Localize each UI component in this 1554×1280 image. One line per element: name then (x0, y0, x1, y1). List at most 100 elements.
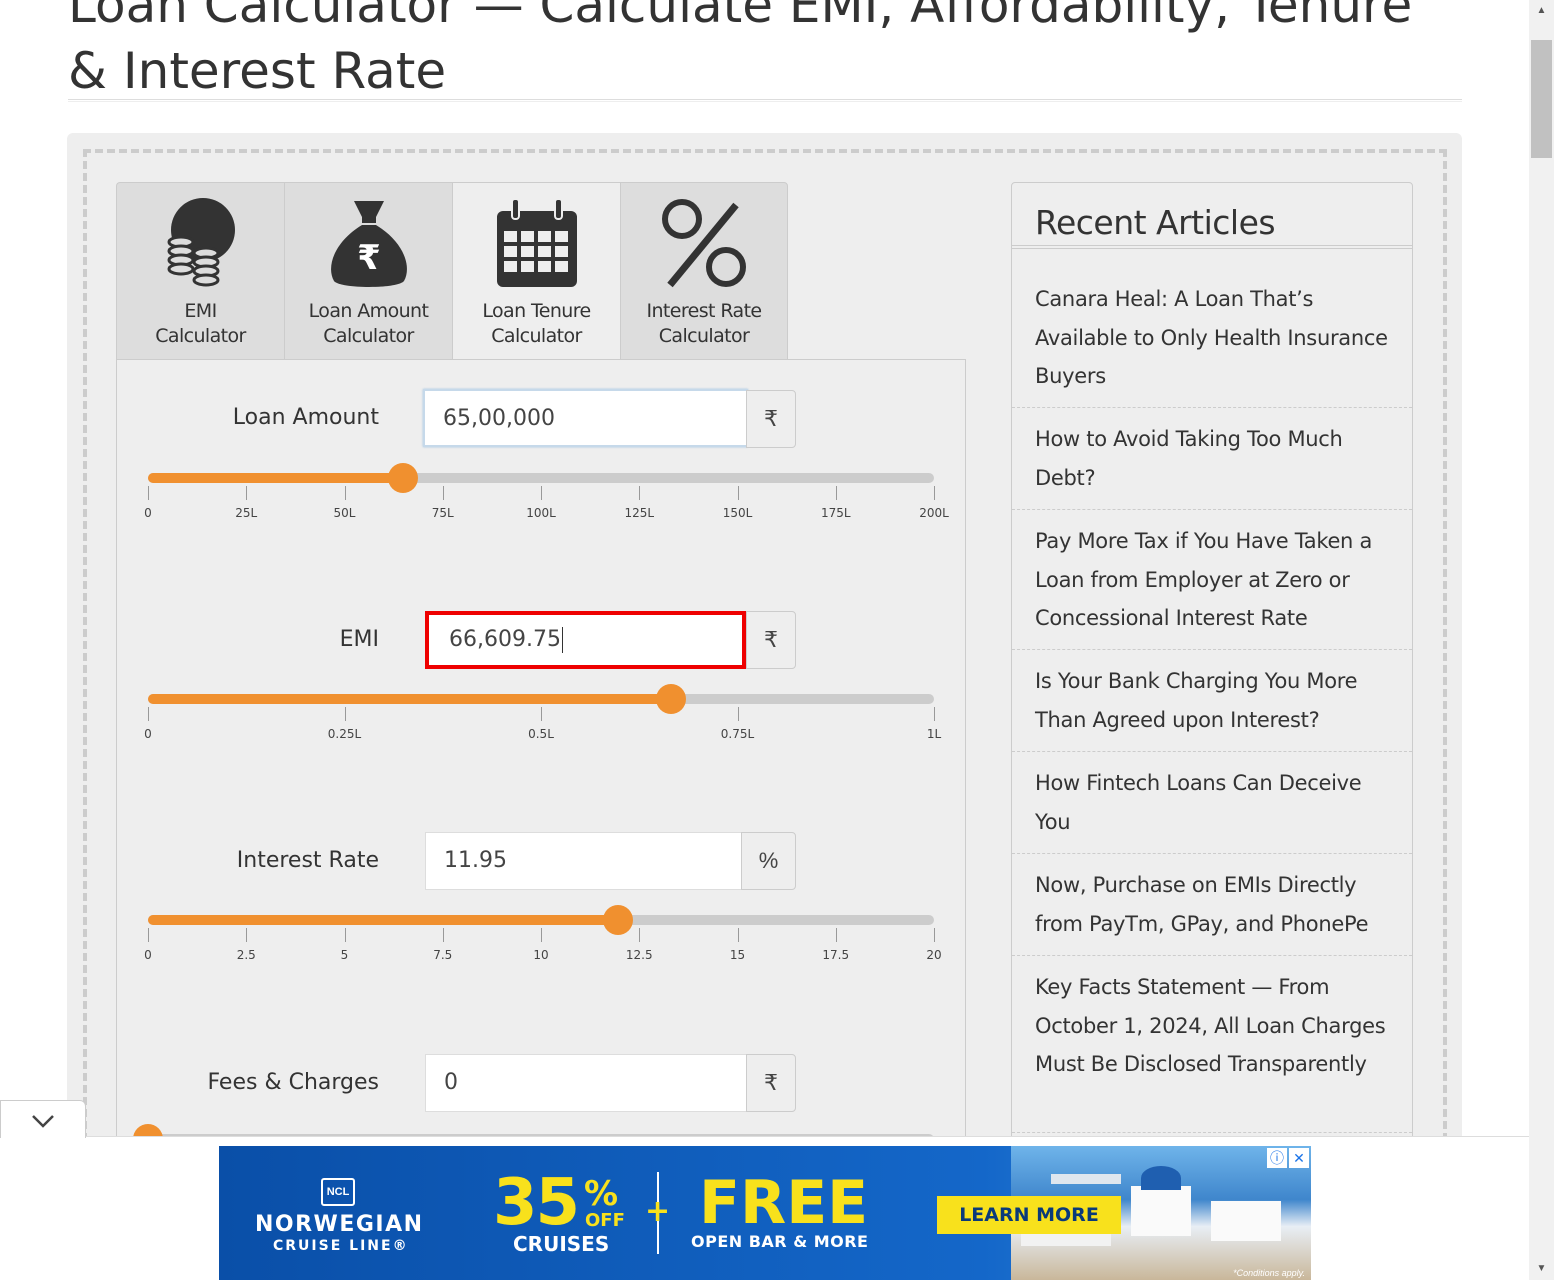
coins-icon (117, 197, 284, 297)
tab-loan-amount-calculator[interactable]: ₹ Loan Amount Calculator (284, 182, 452, 360)
sidebar-title: Recent Articles (1035, 203, 1276, 242)
tab-label-line2: Calculator (491, 325, 582, 347)
interest-rate-scale: 0 2.5 5 7.5 10 12.5 15 17.5 20 (144, 928, 942, 962)
slider-tick-label: 150L (722, 506, 753, 520)
tab-label-line2: Calculator (323, 325, 414, 347)
slider-tick-label: 0.75L (720, 727, 755, 741)
svg-text:₹: ₹ (357, 238, 381, 278)
slider-tick (541, 928, 542, 942)
rupee-addon: ₹ (746, 1054, 796, 1112)
ad-info-icon[interactable]: ⓘ (1267, 1148, 1287, 1168)
slider-tick (737, 928, 739, 942)
slider-tick-label: 100L (526, 506, 556, 520)
ad-plus-sign: + (645, 1194, 671, 1229)
scroll-down-arrow-icon[interactable]: ▼ (1529, 1258, 1554, 1280)
slider-tick-label: 12.5 (625, 948, 653, 962)
slider-tick-label: 0 (144, 506, 152, 520)
fees-label: Fees & Charges (207, 1070, 379, 1095)
interest-rate-slider[interactable] (148, 905, 934, 935)
emi-scale: 0 0.25L 0.5L 0.75L 1L (144, 707, 941, 741)
emi-value: 66,609.75 (449, 627, 561, 652)
tab-label-line1: Loan Amount (308, 300, 429, 322)
slider-tick (541, 486, 542, 500)
ad-discount-value: 35 (493, 1166, 580, 1240)
tab-interest-rate-calculator[interactable]: Interest Rate Calculator (620, 182, 788, 360)
interest-rate-value: 11.95 (444, 848, 507, 873)
slider-tick-label: 2.5 (236, 948, 256, 962)
slider-tick (148, 928, 149, 942)
slider-tick (344, 486, 346, 500)
ad-free-label: FREE (699, 1168, 869, 1238)
ad-close-icon[interactable]: ✕ (1289, 1148, 1309, 1168)
ad-cruises-label: CRUISES (513, 1232, 610, 1256)
slider-tick (737, 486, 739, 500)
slider-tick (246, 928, 248, 942)
slider-tick (148, 707, 149, 721)
slider-tick (934, 486, 935, 500)
article-link[interactable]: Is Your Bank Charging You More Than Agre… (1012, 662, 1412, 752)
emi-slider-fill (148, 694, 672, 704)
tab-loan-tenure-calculator[interactable]: Loan Tenure Calculator (452, 182, 620, 360)
slider-tick (442, 486, 444, 500)
ad-open-bar-label: OPEN BAR & MORE (691, 1232, 869, 1251)
slider-tick-label: 0 (144, 727, 152, 741)
slider-tick (246, 486, 248, 500)
calculator-tabs: EMI Calculator ₹ Loan Amount Calculator (116, 182, 788, 360)
recent-articles-sidebar: Recent Articles Canara Heal: A Loan That… (1011, 182, 1413, 1182)
emi-label: EMI (339, 627, 379, 652)
slider-tick-label: 17.5 (822, 948, 850, 962)
slider-tick (344, 928, 346, 942)
tab-label-line1: Loan Tenure (482, 300, 591, 322)
ad-off-label: OFF (585, 1210, 625, 1231)
percent-addon: % (741, 832, 796, 890)
interest-rate-input[interactable]: 11.95 (425, 832, 743, 890)
slider-tick (639, 486, 641, 500)
ad-brand-subtitle: CRUISE LINE® (273, 1238, 409, 1254)
article-link[interactable]: How Fintech Loans Can Deceive You (1012, 764, 1412, 854)
scrollbar-thumb[interactable] (1531, 40, 1552, 158)
tab-emi-calculator[interactable]: EMI Calculator (116, 182, 284, 360)
fees-input[interactable]: 0 (425, 1054, 748, 1112)
slider-tick (835, 486, 837, 500)
ad-fine-print: *Conditions apply. (1233, 1268, 1305, 1278)
cruise-advertisement[interactable]: NCL NORWEGIAN CRUISE LINE® 35 % OFF CRUI… (219, 1146, 1311, 1280)
ad-collapse-button[interactable] (0, 1100, 86, 1138)
loan-amount-value: 65,00,000 (443, 406, 555, 431)
interest-rate-slider-fill (148, 915, 618, 925)
article-link[interactable]: Key Facts Statement — From October 1, 20… (1012, 968, 1412, 1133)
slider-tick (344, 707, 346, 721)
emi-input[interactable]: 66,609.75 (425, 611, 746, 669)
loan-amount-label: Loan Amount (232, 405, 379, 430)
page-scrollbar[interactable]: ▲ ▼ (1529, 0, 1554, 1280)
scroll-up-arrow-icon[interactable]: ▲ (1529, 0, 1554, 22)
slider-tick-label: 175L (820, 506, 851, 520)
ad-percent-sign: % (584, 1174, 619, 1214)
learn-more-button[interactable]: LEARN MORE (937, 1196, 1121, 1234)
article-link[interactable]: How to Avoid Taking Too Much Debt? (1012, 420, 1412, 510)
fees-value: 0 (444, 1070, 458, 1095)
slider-tick (148, 486, 149, 500)
slider-tick-label: 20 (926, 948, 942, 962)
loan-amount-input[interactable]: 65,00,000 (423, 389, 748, 447)
slider-tick (639, 928, 641, 942)
page-title: Loan Calculator — Calculate EMI, Afforda… (68, 0, 1413, 100)
slider-tick-label: 7.5 (433, 948, 453, 962)
article-link[interactable]: Now, Purchase on EMIs Directly from PayT… (1012, 866, 1412, 956)
calendar-icon (453, 197, 620, 297)
article-link[interactable]: Canara Heal: A Loan That’s Available to … (1012, 280, 1412, 408)
title-divider (68, 99, 1462, 102)
slider-tick-label: 5 (340, 948, 349, 962)
money-bag-icon: ₹ (285, 197, 452, 297)
slider-tick (541, 707, 542, 721)
emi-slider[interactable] (148, 684, 934, 714)
text-cursor (561, 627, 563, 653)
slider-tick-label: 0.25L (327, 727, 362, 741)
article-link[interactable]: Pay More Tax if You Have Taken a Loan fr… (1012, 522, 1412, 650)
rupee-addon: ₹ (746, 611, 796, 669)
loan-amount-slider[interactable] (148, 463, 934, 493)
percent-icon (621, 197, 787, 297)
tab-label-line1: EMI (184, 300, 217, 322)
slider-tick-label: 200L (919, 506, 949, 520)
slider-tick-label: 75L (431, 506, 454, 520)
slider-tick-label: 0.5L (528, 727, 554, 741)
